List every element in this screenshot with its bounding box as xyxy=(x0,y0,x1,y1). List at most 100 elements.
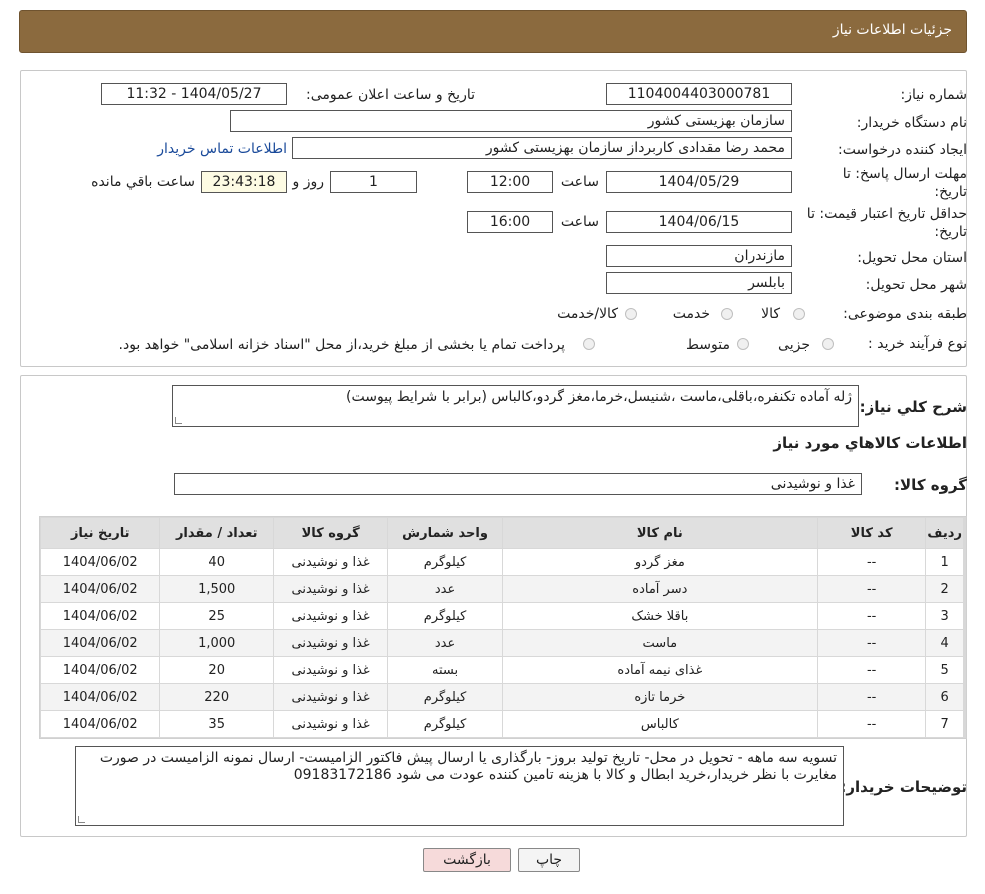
buyer-org-field: سازمان بهزیستی کشور xyxy=(230,110,792,132)
province-label: استان محل تحویل: xyxy=(857,250,967,266)
cell-quantity: 20 xyxy=(160,657,273,683)
category-option-service: خدمت xyxy=(672,306,710,322)
cell-date: 1404/06/02 xyxy=(41,603,160,629)
table-row: 6 -- خرما تازه کیلوگرم غذا و نوشیدنی 220… xyxy=(41,684,963,710)
category-radio-goods[interactable] xyxy=(793,308,805,320)
city-field: بابلسر xyxy=(606,272,792,294)
cell-code: -- xyxy=(817,576,926,602)
remaining-time-field: 23:43:18 xyxy=(201,171,287,193)
col-code: کد کالا xyxy=(817,518,926,548)
cell-unit: عدد xyxy=(388,576,502,602)
col-date: تاریخ نیاز xyxy=(41,518,160,548)
buyer-contact-link[interactable]: اطلاعات تماس خریدار xyxy=(157,141,287,157)
cell-unit: بسته xyxy=(388,657,502,683)
goods-group-field: غذا و نوشیدنی xyxy=(174,473,862,495)
resize-handle-icon[interactable] xyxy=(78,816,85,823)
category-radio-service[interactable] xyxy=(721,308,733,320)
buyer-notes-field: تسویه سه ماهه - تحویل در محل- تاریخ تولی… xyxy=(75,746,844,826)
items-table: ردیف کد کالا نام کالا واحد شمارش گروه کا… xyxy=(40,517,964,738)
goods-info-title: اطلاعات کالاهاي مورد نياز xyxy=(773,434,967,452)
process-option-medium: متوسط xyxy=(686,337,730,353)
category-label: طبقه بندی موضوعی: xyxy=(843,306,967,322)
process-radio-medium[interactable] xyxy=(737,338,749,350)
process-radio-minor[interactable] xyxy=(822,338,834,350)
col-row: ردیف xyxy=(926,518,963,548)
back-button[interactable]: بازگشت xyxy=(423,848,511,872)
announce-date-label: تاریخ و ساعت اعلان عمومی: xyxy=(306,87,475,103)
category-option-goods-service: کالا/خدمت xyxy=(557,306,618,322)
deadline-time-field: 12:00 xyxy=(467,171,553,193)
validity-label: حداقل تاریخ اعتبار قیمت: تا xyxy=(806,206,967,222)
cell-row: 1 xyxy=(926,549,963,575)
cell-date: 1404/06/02 xyxy=(41,630,160,656)
general-description-label: شرح کلي نياز: xyxy=(859,398,967,416)
table-row: 4 -- ماست عدد غذا و نوشیدنی 1,000 1404/0… xyxy=(41,630,963,656)
cell-group: غذا و نوشیدنی xyxy=(273,576,388,602)
general-description-field: ژله آماده تکنفره،باقلی،ماست ،شنیسل،خرما،… xyxy=(172,385,859,427)
cell-group: غذا و نوشیدنی xyxy=(273,549,388,575)
need-number-field: 1104004403000781 xyxy=(606,83,792,105)
province-field: مازندران xyxy=(606,245,792,267)
validity-time-field: 16:00 xyxy=(467,211,553,233)
process-type-label: نوع فرآیند خرید : xyxy=(868,336,967,352)
cell-quantity: 40 xyxy=(160,549,273,575)
table-row: 2 -- دسر آماده عدد غذا و نوشیدنی 1,500 1… xyxy=(41,576,963,602)
cell-unit: کیلوگرم xyxy=(388,549,502,575)
days-field: 1 xyxy=(330,171,417,193)
cell-row: 3 xyxy=(926,603,963,629)
process-treasury-note: پرداخت تمام یا بخشی از مبلغ خرید،از محل … xyxy=(118,337,565,353)
items-table-wrapper: ردیف کد کالا نام کالا واحد شمارش گروه کا… xyxy=(39,516,967,739)
validity-time-label: ساعت xyxy=(560,214,599,230)
items-table-header: ردیف کد کالا نام کالا واحد شمارش گروه کا… xyxy=(41,518,963,548)
cell-name: کالباس xyxy=(502,711,817,737)
cell-date: 1404/06/02 xyxy=(41,711,160,737)
cell-row: 6 xyxy=(926,684,963,710)
cell-name: غذای نیمه آماده xyxy=(502,657,817,683)
cell-row: 2 xyxy=(926,576,963,602)
deadline-label-date: تاریخ: xyxy=(934,184,967,200)
cell-code: -- xyxy=(817,684,926,710)
category-radio-goods-service[interactable] xyxy=(625,308,637,320)
cell-quantity: 1,000 xyxy=(160,630,273,656)
cell-date: 1404/06/02 xyxy=(41,576,160,602)
cell-group: غذا و نوشیدنی xyxy=(273,684,388,710)
cell-group: غذا و نوشیدنی xyxy=(273,603,388,629)
col-name: نام کالا xyxy=(502,518,817,548)
print-button[interactable]: چاپ xyxy=(518,848,580,872)
cell-date: 1404/06/02 xyxy=(41,657,160,683)
goods-group-label: گروه کالا: xyxy=(894,476,967,494)
cell-name: مغز گردو xyxy=(502,549,817,575)
deadline-date-field: 1404/05/29 xyxy=(606,171,792,193)
days-label: روز و xyxy=(292,174,325,190)
remaining-time-label: ساعت باقي مانده xyxy=(91,174,195,190)
deadline-label: مهلت ارسال پاسخ: تا xyxy=(842,166,967,182)
cell-date: 1404/06/02 xyxy=(41,549,160,575)
table-row: 3 -- باقلا خشک کیلوگرم غذا و نوشیدنی 25 … xyxy=(41,603,963,629)
col-unit: واحد شمارش xyxy=(388,518,502,548)
cell-name: دسر آماده xyxy=(502,576,817,602)
cell-code: -- xyxy=(817,549,926,575)
cell-unit: کیلوگرم xyxy=(388,684,502,710)
cell-quantity: 35 xyxy=(160,711,273,737)
validity-date-field: 1404/06/15 xyxy=(606,211,792,233)
buyer-notes-text: تسویه سه ماهه - تحویل در محل- تاریخ تولی… xyxy=(99,750,837,783)
cell-code: -- xyxy=(817,657,926,683)
validity-label-date: تاریخ: xyxy=(934,224,967,240)
col-quantity: تعداد / مقدار xyxy=(160,518,273,548)
table-row: 7 -- کالباس کیلوگرم غذا و نوشیدنی 35 140… xyxy=(41,711,963,737)
cell-row: 7 xyxy=(926,711,963,737)
cell-row: 5 xyxy=(926,657,963,683)
cell-name: باقلا خشک xyxy=(502,603,817,629)
cell-unit: عدد xyxy=(388,630,502,656)
cell-quantity: 220 xyxy=(160,684,273,710)
buyer-notes-label: توضیحات خریدار: xyxy=(840,778,967,796)
table-row: 5 -- غذای نیمه آماده بسته غذا و نوشیدنی … xyxy=(41,657,963,683)
deadline-time-label: ساعت xyxy=(560,174,599,190)
resize-handle-icon[interactable] xyxy=(175,417,182,424)
process-radio-treasury[interactable] xyxy=(583,338,595,350)
table-row: 1 -- مغز گردو کیلوگرم غذا و نوشیدنی 40 1… xyxy=(41,549,963,575)
cell-unit: کیلوگرم xyxy=(388,711,502,737)
col-group: گروه کالا xyxy=(273,518,388,548)
cell-name: ماست xyxy=(502,630,817,656)
cell-row: 4 xyxy=(926,630,963,656)
